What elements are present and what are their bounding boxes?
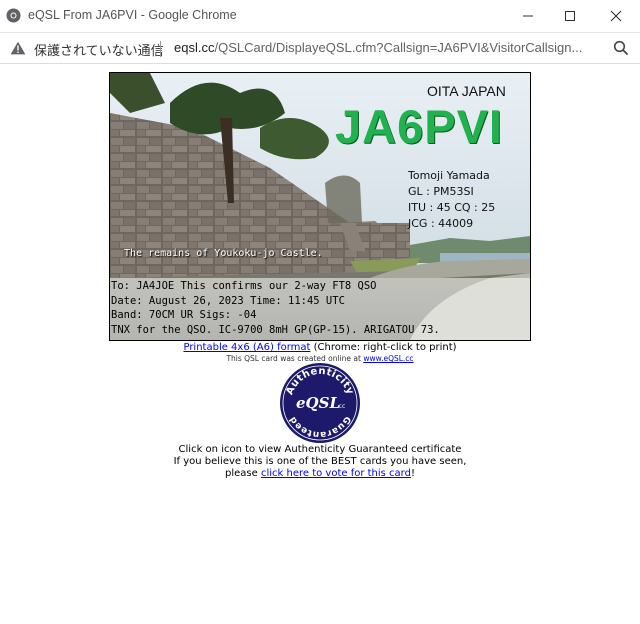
chrome-icon <box>6 8 21 23</box>
url-path: /QSLCard/DisplayeQSL.cfm?Callsign=JA6PVI… <box>214 40 583 55</box>
maximize-icon <box>565 11 575 21</box>
jcg-number: JCG : 44009 <box>408 217 474 230</box>
photo-caption: The remains of Youkoku-jo Castle. <box>124 248 323 259</box>
maximize-button[interactable] <box>556 4 584 28</box>
title-bar: eQSL From JA6PVI - Google Chrome <box>0 0 640 33</box>
printable-link[interactable]: Printable 4x6 (A6) format <box>183 342 310 353</box>
close-button[interactable] <box>602 4 630 28</box>
qso-line-band: Band: 70CM UR Sigs: -04 <box>111 309 257 321</box>
minimize-icon <box>523 15 533 17</box>
minimize-button[interactable] <box>514 4 542 28</box>
warning-icon[interactable] <box>10 41 26 55</box>
vote-link[interactable]: click here to vote for this card <box>261 468 411 479</box>
close-icon <box>610 10 622 22</box>
vote-please: please <box>225 468 261 479</box>
authenticity-seal-icon[interactable]: Authenticity eQSL .cc Guaranteed <box>279 362 361 444</box>
vote-end: ! <box>410 468 415 479</box>
url-host: eqsl.cc <box>174 40 215 55</box>
operator-name: Tomoji Yamada <box>408 169 490 182</box>
card-callsign: JA6PVI <box>335 100 503 153</box>
qsl-card-image: OITA JAPAN JA6PVI Tomoji Yamada GL : PM5… <box>109 72 531 341</box>
seal-center-suffix: .cc <box>337 403 346 410</box>
printable-note: (Chrome: right-click to print) <box>310 342 457 353</box>
best-card-line: If you believe this is one of the BEST c… <box>173 456 467 467</box>
operator-info: Tomoji Yamada GL : PM53SI ITU : 45 CQ : … <box>408 168 495 232</box>
qso-details: To: JA4JOE This confirms our 2-way FT8 Q… <box>111 279 440 337</box>
certificate-line: Click on icon to view Authenticity Guara… <box>178 444 462 455</box>
qso-line-date: Date: August 26, 2023 Time: 11:45 UTC <box>111 294 345 307</box>
itu-cq-zones: ITU : 45 CQ : 25 <box>408 201 496 214</box>
certificate-info: Click on icon to view Authenticity Guara… <box>0 444 640 480</box>
card-location: OITA JAPAN <box>427 83 506 99</box>
eqsl-site-link[interactable]: www.eQSL.cc <box>363 354 413 363</box>
zoom-icon[interactable] <box>613 40 629 56</box>
vote-line: please click here to vote for this card! <box>0 468 640 480</box>
not-secure-label[interactable]: 保護されていない通信 <box>34 40 164 59</box>
window-title: eQSL From JA6PVI - Google Chrome <box>28 8 237 22</box>
address-bar[interactable]: 保護されていない通信 eqsl.cc/QSLCard/DisplayeQSL.c… <box>0 33 640 64</box>
printable-line: Printable 4x6 (A6) format (Chrome: right… <box>0 342 640 353</box>
address-divider <box>160 41 161 57</box>
qso-line-to: To: JA4JOE This confirms our 2-way FT8 Q… <box>111 280 377 292</box>
grid-locator: GL : PM53SI <box>408 185 474 198</box>
url-text[interactable]: eqsl.cc/QSLCard/DisplayeQSL.cfm?Callsign… <box>174 40 604 55</box>
qso-line-thanks: TNX for the QSO. IC-9700 8mH GP(GP-15). … <box>111 323 440 336</box>
seal-center-text: eQSL <box>296 394 340 412</box>
